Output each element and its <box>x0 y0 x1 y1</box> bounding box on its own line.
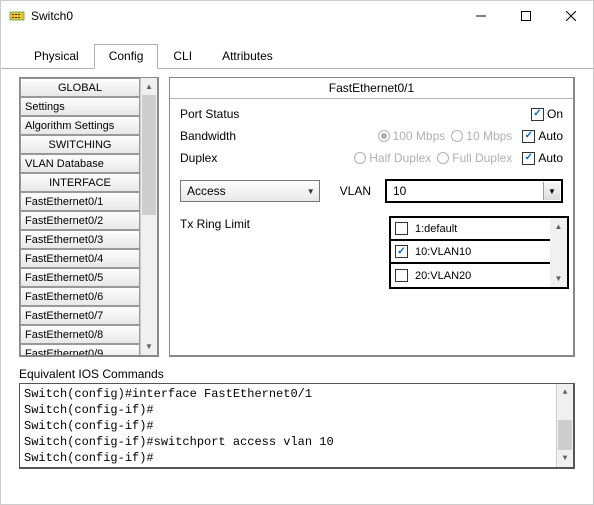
half-duplex-radio: Half Duplex <box>354 151 431 165</box>
sidebar-item-algorithm-settings[interactable]: Algorithm Settings <box>20 116 140 135</box>
ios-line: Switch(config-if)#switchport access vlan… <box>24 434 569 450</box>
port-mode-value: Access <box>187 184 226 198</box>
tab-bar: Physical Config CLI Attributes <box>1 31 593 69</box>
duplex-label: Duplex <box>180 151 217 165</box>
scroll-up-icon[interactable]: ▲ <box>557 384 573 401</box>
sidebar-item-fe08[interactable]: FastEthernet0/8 <box>20 325 140 344</box>
sidebar-item-fe02[interactable]: FastEthernet0/2 <box>20 211 140 230</box>
titlebar: Switch0 <box>1 1 593 31</box>
sidebar-item-vlan-database[interactable]: VLAN Database <box>20 154 140 173</box>
sidebar-item-fe07[interactable]: FastEthernet0/7 <box>20 306 140 325</box>
sidebar-item-fe03[interactable]: FastEthernet0/3 <box>20 230 140 249</box>
vlan-label: VLAN <box>340 184 371 198</box>
sidebar-header-interface[interactable]: INTERFACE <box>20 173 140 192</box>
ios-line: Switch(config)#interface FastEthernet0/1 <box>24 386 569 402</box>
close-button[interactable] <box>548 1 593 31</box>
scroll-thumb[interactable] <box>142 95 156 215</box>
tab-attributes[interactable]: Attributes <box>207 44 288 69</box>
sidebar-item-fe04[interactable]: FastEthernet0/4 <box>20 249 140 268</box>
interface-title: FastEthernet0/1 <box>170 78 573 99</box>
sidebar-item-fe05[interactable]: FastEthernet0/5 <box>20 268 140 287</box>
checkbox-icon <box>531 108 544 121</box>
window-title: Switch0 <box>31 9 73 23</box>
ios-line: Switch(config-if)# <box>24 402 569 418</box>
full-duplex-radio: Full Duplex <box>437 151 512 165</box>
minimize-button[interactable] <box>458 1 503 31</box>
vlan-option-20[interactable]: 20:VLAN20 <box>391 264 550 287</box>
tx-ring-label: Tx Ring Limit <box>180 217 250 231</box>
tab-cli[interactable]: CLI <box>158 44 207 69</box>
port-mode-combo[interactable]: Access ▼ <box>180 180 320 202</box>
scroll-up-icon[interactable]: ▲ <box>550 218 567 235</box>
bw-100-radio: 100 Mbps <box>378 129 446 143</box>
sidebar-item-fe06[interactable]: FastEthernet0/6 <box>20 287 140 306</box>
chevron-down-icon[interactable]: ▼ <box>543 182 560 200</box>
scroll-thumb[interactable] <box>558 420 572 450</box>
on-label: On <box>547 107 563 121</box>
sidebar-item-fe09[interactable]: FastEthernet0/9 <box>20 344 140 357</box>
scroll-down-icon[interactable]: ▼ <box>557 450 573 467</box>
vlan-combo[interactable]: 10 ▼ <box>385 179 563 203</box>
sidebar-header-global[interactable]: GLOBAL <box>20 78 140 97</box>
sidebar-scrollbar[interactable]: ▲ ▼ <box>140 78 157 355</box>
app-icon <box>9 8 25 24</box>
tab-config[interactable]: Config <box>94 44 159 69</box>
checkbox-icon <box>395 222 408 235</box>
checkbox-icon <box>522 152 535 165</box>
ios-scrollbar[interactable]: ▲ ▼ <box>556 384 573 467</box>
dropdown-scrollbar[interactable]: ▲ ▼ <box>550 218 567 287</box>
bw-auto-checkbox[interactable]: Auto <box>522 129 563 143</box>
sidebar-item-fe01[interactable]: FastEthernet0/1 <box>20 192 140 211</box>
ios-line: Switch(config-if)# <box>24 450 569 466</box>
checkbox-icon <box>522 130 535 143</box>
scroll-down-icon[interactable]: ▼ <box>550 270 567 287</box>
vlan-option-10[interactable]: 10:VLAN10 <box>391 241 550 264</box>
port-status-label: Port Status <box>180 107 239 121</box>
ios-line: Switch(config-if)# <box>24 418 569 434</box>
ios-commands-label: Equivalent IOS Commands <box>19 367 575 381</box>
window-controls <box>458 1 593 31</box>
ios-commands-box[interactable]: Switch(config)#interface FastEthernet0/1… <box>19 383 575 469</box>
checkbox-icon <box>395 245 408 258</box>
sidebar: GLOBAL Settings Algorithm Settings SWITC… <box>19 77 159 357</box>
sidebar-item-settings[interactable]: Settings <box>20 97 140 116</box>
bandwidth-label: Bandwidth <box>180 129 236 143</box>
maximize-button[interactable] <box>503 1 548 31</box>
tab-physical[interactable]: Physical <box>19 44 94 69</box>
main-panel: FastEthernet0/1 Port Status On Bandwidth… <box>169 77 575 357</box>
sidebar-header-switching[interactable]: SWITCHING <box>20 135 140 154</box>
port-status-checkbox[interactable]: On <box>531 107 563 121</box>
checkbox-icon <box>395 269 408 282</box>
vlan-option-1[interactable]: 1:default <box>391 218 550 241</box>
scroll-up-icon[interactable]: ▲ <box>141 78 157 95</box>
vlan-dropdown: 1:default 10:VLAN10 20:VLAN20 ▲ ▼ <box>389 216 569 289</box>
vlan-value: 10 <box>393 184 406 198</box>
duplex-auto-checkbox[interactable]: Auto <box>522 151 563 165</box>
bw-10-radio: 10 Mbps <box>451 129 512 143</box>
chevron-down-icon: ▼ <box>307 187 315 196</box>
scroll-down-icon[interactable]: ▼ <box>141 338 157 355</box>
